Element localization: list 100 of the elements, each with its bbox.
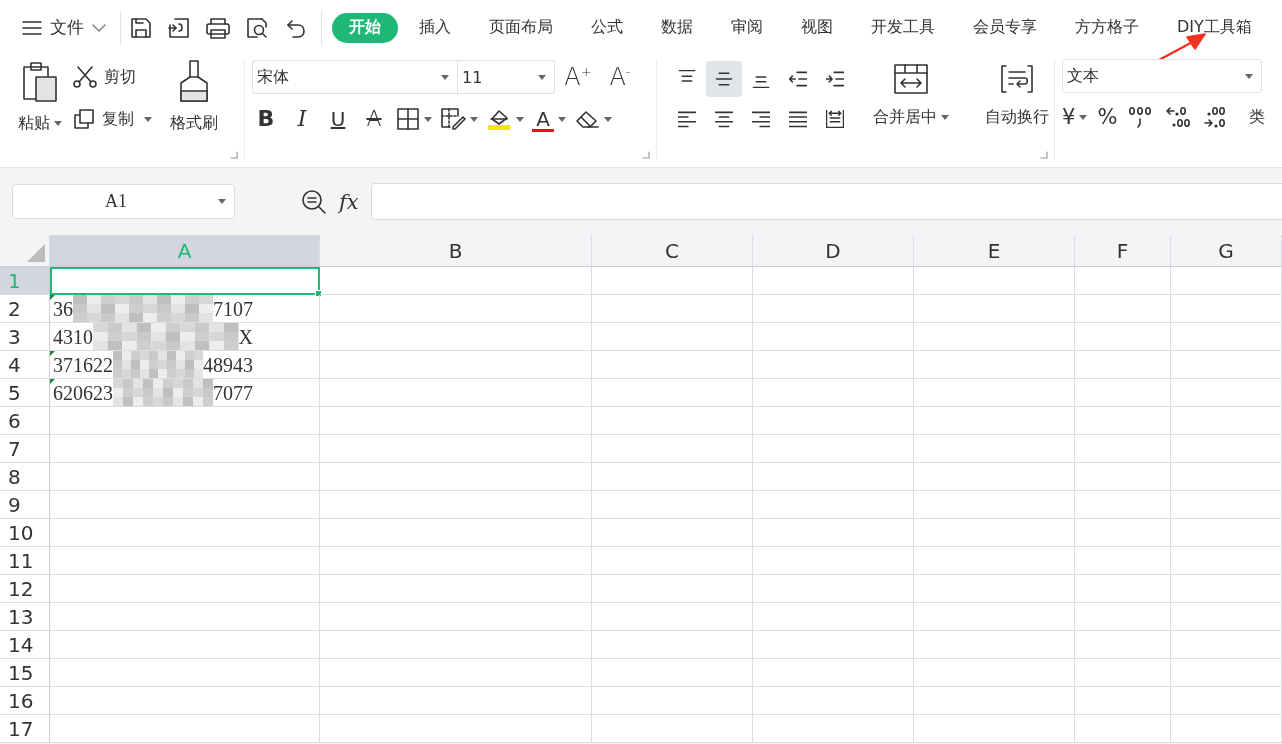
- table-cell[interactable]: [1075, 323, 1171, 351]
- table-cell[interactable]: [1171, 715, 1282, 743]
- caret-icon[interactable]: [424, 116, 432, 122]
- export-icon[interactable]: [167, 15, 191, 40]
- row-header[interactable]: 2: [0, 295, 50, 323]
- table-cell[interactable]: [50, 687, 320, 715]
- row-header[interactable]: 5: [0, 379, 50, 407]
- table-cell[interactable]: [753, 407, 914, 435]
- currency-button[interactable]: ¥: [1062, 102, 1076, 132]
- zoom-icon[interactable]: [301, 188, 327, 215]
- ribbon-tab[interactable]: 公式: [574, 12, 640, 43]
- table-cell[interactable]: [753, 715, 914, 743]
- table-cell[interactable]: [753, 491, 914, 519]
- ribbon-tab[interactable]: 插入: [402, 12, 468, 43]
- function-label[interactable]: fx: [339, 189, 359, 214]
- table-cell[interactable]: [914, 407, 1075, 435]
- row-header[interactable]: 10: [0, 519, 50, 547]
- column-header[interactable]: C: [592, 235, 753, 267]
- table-cell[interactable]: [753, 575, 914, 603]
- table-cell[interactable]: [320, 267, 592, 295]
- table-cell[interactable]: [1075, 379, 1171, 407]
- select-all-corner[interactable]: [0, 235, 50, 267]
- row-header[interactable]: 15: [0, 659, 50, 687]
- column-header[interactable]: B: [320, 235, 592, 267]
- font-name-select[interactable]: 宋体: [252, 60, 458, 94]
- table-cell[interactable]: [320, 491, 592, 519]
- table-cell[interactable]: [753, 295, 914, 323]
- table-cell[interactable]: [914, 379, 1075, 407]
- dialog-launcher-icon[interactable]: [1040, 151, 1048, 159]
- row-header[interactable]: 11: [0, 547, 50, 575]
- table-cell[interactable]: [753, 547, 914, 575]
- table-cell[interactable]: [914, 351, 1075, 379]
- table-cell[interactable]: [50, 491, 320, 519]
- table-cell[interactable]: [50, 463, 320, 491]
- table-cell[interactable]: [1171, 351, 1282, 379]
- table-cell[interactable]: [592, 631, 753, 659]
- table-cell[interactable]: [1171, 407, 1282, 435]
- table-cell[interactable]: [320, 547, 592, 575]
- table-cell[interactable]: [320, 631, 592, 659]
- table-cell[interactable]: [320, 351, 592, 379]
- row-header[interactable]: 6: [0, 407, 50, 435]
- name-box[interactable]: A1: [12, 184, 235, 219]
- ribbon-tab[interactable]: 视图: [784, 12, 850, 43]
- number-format-select[interactable]: 文本: [1062, 59, 1262, 93]
- print-icon[interactable]: [205, 15, 231, 40]
- table-cell[interactable]: [320, 295, 592, 323]
- row-header[interactable]: 16: [0, 687, 50, 715]
- table-cell[interactable]: [50, 659, 320, 687]
- table-cell[interactable]: [50, 547, 320, 575]
- caret-icon[interactable]: [470, 116, 478, 122]
- font-color-button[interactable]: A: [532, 106, 554, 132]
- table-cell[interactable]: [592, 323, 753, 351]
- align-middle-button[interactable]: [706, 61, 742, 97]
- table-cell[interactable]: [1075, 519, 1171, 547]
- row-header[interactable]: 7: [0, 435, 50, 463]
- table-cell[interactable]: [1171, 603, 1282, 631]
- ribbon-tab[interactable]: 方方格子: [1058, 12, 1156, 43]
- file-menu[interactable]: 文件: [22, 9, 106, 46]
- caret-icon[interactable]: [144, 116, 152, 122]
- table-cell[interactable]: [320, 407, 592, 435]
- table-cell[interactable]: [1075, 463, 1171, 491]
- table-cell[interactable]: [592, 407, 753, 435]
- column-header[interactable]: F: [1075, 235, 1171, 267]
- table-cell[interactable]: [914, 547, 1075, 575]
- table-cell[interactable]: [1171, 547, 1282, 575]
- table-cell[interactable]: [1075, 687, 1171, 715]
- caret-icon[interactable]: [558, 116, 566, 122]
- table-cell[interactable]: [1075, 351, 1171, 379]
- table-cell[interactable]: [592, 491, 753, 519]
- table-cell[interactable]: [753, 659, 914, 687]
- table-cell[interactable]: [592, 267, 753, 295]
- table-cell[interactable]: [1075, 491, 1171, 519]
- table-cell[interactable]: [914, 659, 1075, 687]
- row-header[interactable]: 12: [0, 575, 50, 603]
- font-shrink-button[interactable]: A$^{-}$: [601, 65, 639, 89]
- row-header[interactable]: 4: [0, 351, 50, 379]
- table-cell[interactable]: [592, 463, 753, 491]
- formula-input[interactable]: [370, 183, 1282, 220]
- table-cell[interactable]: [592, 351, 753, 379]
- table-cell[interactable]: [753, 603, 914, 631]
- column-header[interactable]: D: [753, 235, 914, 267]
- table-cell[interactable]: [1171, 575, 1282, 603]
- table-cell[interactable]: [50, 715, 320, 743]
- table-cell[interactable]: [1171, 323, 1282, 351]
- table-cell[interactable]: [914, 323, 1075, 351]
- percent-button[interactable]: %: [1097, 102, 1118, 132]
- table-cell[interactable]: [1075, 295, 1171, 323]
- table-cell[interactable]: [753, 687, 914, 715]
- table-cell[interactable]: [320, 603, 592, 631]
- table-cell[interactable]: [914, 603, 1075, 631]
- table-cell[interactable]: [1171, 463, 1282, 491]
- table-cell[interactable]: [1075, 575, 1171, 603]
- borders-icon[interactable]: [396, 107, 420, 131]
- ribbon-tab[interactable]: DIY工具箱: [1160, 12, 1269, 43]
- bold-button[interactable]: B: [252, 104, 280, 134]
- table-cell[interactable]: [592, 603, 753, 631]
- table-cell[interactable]: [320, 379, 592, 407]
- table-cell[interactable]: [592, 715, 753, 743]
- table-cell[interactable]: [592, 687, 753, 715]
- row-header[interactable]: 8: [0, 463, 50, 491]
